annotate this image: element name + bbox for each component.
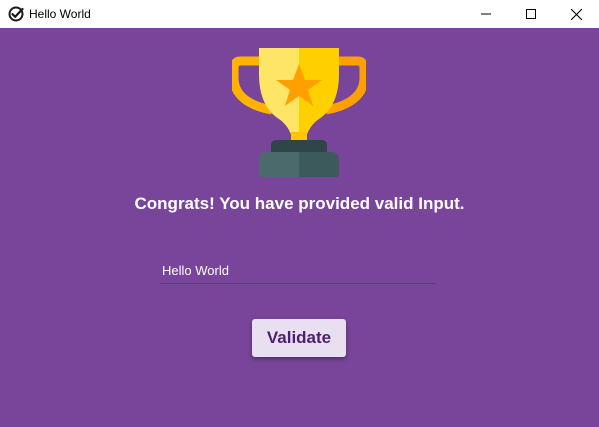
maximize-icon: [526, 9, 536, 19]
window-title: Hello World: [29, 7, 91, 21]
validate-button[interactable]: Validate: [252, 319, 346, 357]
close-icon: [570, 8, 582, 20]
maximize-button[interactable]: [508, 0, 554, 28]
success-message: Congrats! You have provided valid Input.: [134, 194, 465, 213]
app-window: Hello World Congrats! You have provided …: [0, 0, 599, 427]
minimize-button[interactable]: [463, 0, 509, 28]
app-icon: [8, 6, 24, 22]
trophy-icon: [232, 48, 366, 177]
minimize-icon: [481, 13, 491, 15]
text-input[interactable]: [160, 258, 436, 284]
title-bar[interactable]: Hello World: [0, 0, 599, 28]
close-button[interactable]: [553, 0, 599, 28]
